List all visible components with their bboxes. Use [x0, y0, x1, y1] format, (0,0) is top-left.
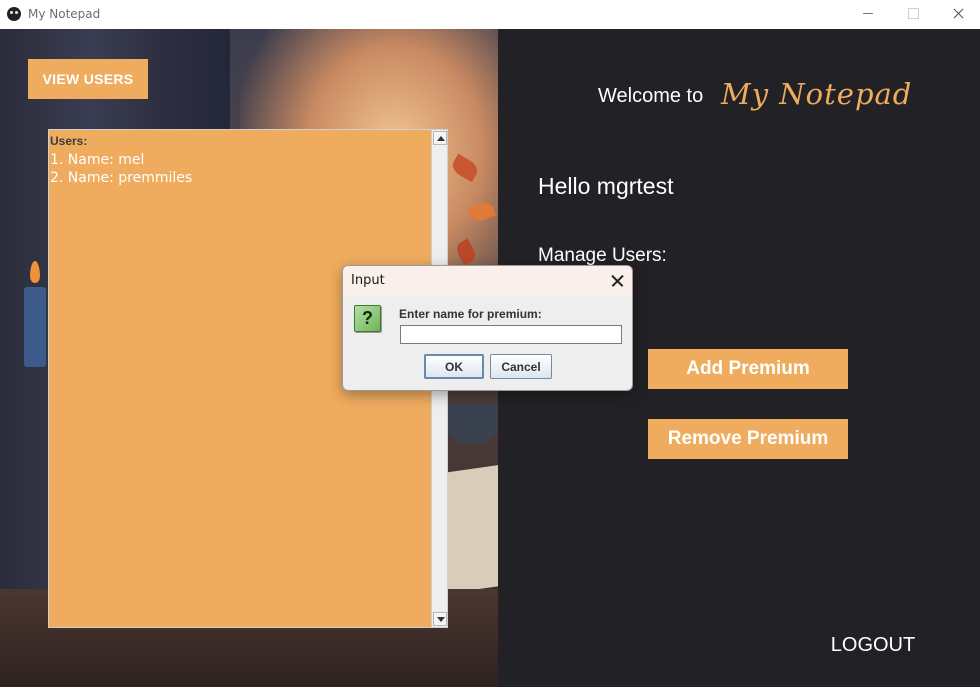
app-icon: [7, 7, 21, 21]
manage-users-label: Manage Users:: [538, 245, 667, 266]
window-titlebar: My Notepad: [0, 0, 980, 29]
remove-premium-button[interactable]: Remove Premium: [648, 419, 848, 459]
close-icon[interactable]: [609, 273, 625, 289]
question-icon: ?: [354, 305, 381, 332]
close-icon[interactable]: [935, 0, 980, 29]
brand-label: My Notepad: [721, 77, 913, 111]
list-item: 1. Name: mel: [50, 151, 145, 168]
greeting-label: Hello mgrtest: [538, 173, 674, 199]
input-dialog: Input ? Enter name for premium: OK Cance…: [342, 265, 633, 391]
logout-button[interactable]: LOGOUT: [818, 631, 928, 659]
users-list: Users: 1. Name: mel 2. Name: premmiles: [50, 132, 430, 188]
dialog-title: Input: [351, 273, 385, 288]
dialog-titlebar: Input: [343, 266, 632, 295]
users-heading: Users:: [50, 134, 88, 148]
prompt-label: Enter name for premium:: [399, 307, 542, 321]
scroll-down-icon[interactable]: [433, 612, 447, 626]
candle: [24, 287, 46, 367]
cancel-button[interactable]: Cancel: [490, 354, 552, 379]
ok-button[interactable]: OK: [424, 354, 484, 379]
list-item: 2. Name: premmiles: [50, 170, 193, 186]
add-premium-button[interactable]: Add Premium: [648, 349, 848, 389]
maximize-icon[interactable]: [890, 0, 936, 29]
cup: [448, 404, 498, 444]
window-title: My Notepad: [28, 7, 101, 21]
scroll-up-icon[interactable]: [433, 131, 447, 145]
minimize-icon[interactable]: [845, 0, 891, 29]
welcome-label: Welcome to: [598, 85, 704, 107]
view-users-button[interactable]: VIEW USERS: [28, 59, 148, 99]
premium-name-input[interactable]: [400, 325, 622, 344]
